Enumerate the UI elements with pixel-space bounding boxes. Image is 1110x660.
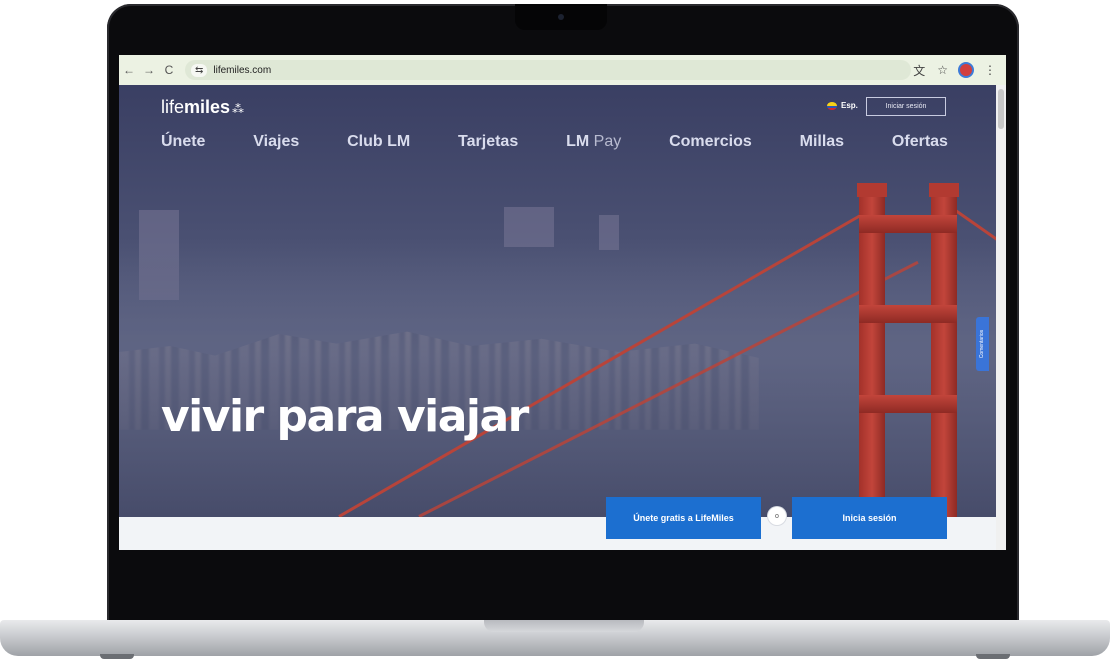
join-free-button[interactable]: Únete gratis a LifeMiles — [606, 497, 761, 539]
laptop-foot — [976, 654, 1010, 659]
camera-icon — [558, 14, 564, 20]
nav-item-club-lm[interactable]: Club LM — [347, 133, 410, 151]
nav-item-viajes[interactable]: Viajes — [253, 133, 299, 151]
laptop-trackpad-notch — [484, 620, 644, 632]
back-icon[interactable]: ← — [119, 63, 139, 77]
language-selector[interactable]: Esp. — [827, 101, 858, 110]
or-separator: o — [768, 507, 786, 525]
browser-actions: 文 ☆ ⋮ — [913, 62, 1006, 79]
lifemiles-logo[interactable]: lifemiles ⁂ — [161, 97, 244, 118]
bridge-tower-beam — [859, 395, 957, 413]
bridge-tower-beam — [859, 215, 957, 233]
profile-avatar[interactable] — [960, 64, 972, 76]
bridge-tower — [931, 195, 957, 517]
city-building — [504, 207, 554, 247]
nav-item-ofertas[interactable]: Ofertas — [892, 133, 948, 151]
bookmark-star-icon[interactable]: ☆ — [937, 63, 948, 77]
login-button[interactable]: Inicia sesión — [792, 497, 947, 539]
nav-item-unete[interactable]: Únete — [161, 133, 205, 151]
nav-item-lm-pay-light: Pay — [593, 133, 622, 150]
logo-mark-icon: ⁂ — [232, 102, 245, 116]
address-bar[interactable]: ⇆ lifemiles.com — [185, 60, 911, 80]
reload-icon[interactable]: C — [159, 63, 179, 77]
nav-item-comercios[interactable]: Comercios — [669, 133, 752, 151]
colombia-flag-icon — [827, 101, 837, 110]
hero-headline: vivir para viajar — [161, 391, 529, 442]
bridge-tower — [859, 195, 885, 517]
main-navigation: Únete Viajes Club LM Tarjetas LM Pay Com… — [161, 133, 948, 151]
bridge-tower-cap — [929, 183, 959, 197]
scrollbar-thumb[interactable] — [998, 89, 1004, 129]
logo-prefix: life — [161, 97, 185, 117]
browser-menu-icon[interactable]: ⋮ — [984, 63, 996, 77]
translate-icon[interactable]: 文 — [913, 62, 925, 79]
nav-item-lm-pay[interactable]: LM Pay — [566, 133, 621, 151]
url-text[interactable]: lifemiles.com — [213, 65, 271, 76]
site-info-icon[interactable]: ⇆ — [191, 63, 208, 77]
nav-item-millas[interactable]: Millas — [800, 133, 844, 151]
header-login-button[interactable]: Iniciar sesión — [866, 97, 946, 116]
browser-toolbar: ← → C ⇆ lifemiles.com 文 ☆ ⋮ — [119, 55, 1006, 85]
forward-icon[interactable]: → — [139, 63, 159, 77]
feedback-label: Comentarios — [979, 329, 986, 359]
nav-item-tarjetas[interactable]: Tarjetas — [458, 133, 518, 151]
language-label: Esp. — [841, 101, 858, 110]
page-scrollbar[interactable] — [996, 85, 1006, 550]
laptop-screen: ← → C ⇆ lifemiles.com 文 ☆ ⋮ vivir para v… — [119, 55, 1006, 550]
nav-item-lm-pay-bold: LM — [566, 133, 590, 150]
laptop-foot — [100, 654, 134, 659]
bridge-tower-cap — [857, 183, 887, 197]
feedback-tab[interactable]: Comentarios — [976, 317, 989, 371]
logo-bold: miles — [184, 97, 231, 117]
bridge-tower-beam — [859, 305, 957, 323]
